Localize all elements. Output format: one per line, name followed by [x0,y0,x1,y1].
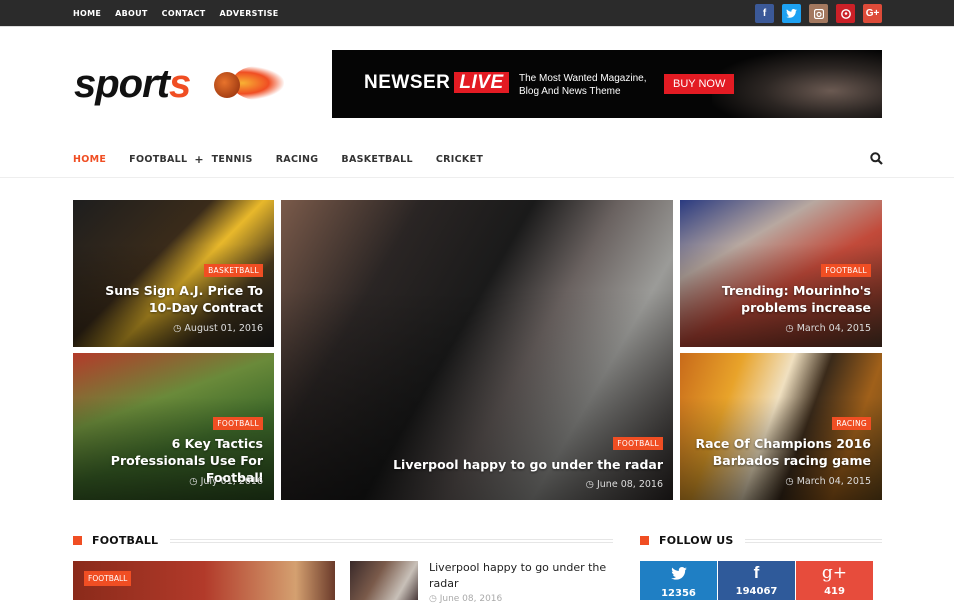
top-link-home[interactable]: HOME [73,9,101,18]
nav-football[interactable]: FOOTBALL [129,154,187,165]
instagram-icon[interactable] [809,4,828,23]
category-badge[interactable]: RACING [832,417,871,430]
post-date-text: August 01, 2016 [184,323,263,334]
facebook-icon[interactable]: f [755,4,774,23]
banner-brand: NEWSER LIVE [364,72,509,94]
follow-facebook[interactable]: f 194067 [718,561,795,600]
twitter-icon [640,561,717,587]
section-rule [745,538,882,543]
featured-post[interactable]: FOOTBALL Trending: Mourinho's problems i… [680,200,882,347]
banner-image [712,50,882,118]
main-nav: HOME FOOTBALL + TENNIS RACING BASKETBALL… [73,146,506,172]
banner-tagline-line-2: Blog And News Theme [519,86,621,97]
twitter-bird-icon [670,567,687,580]
post-date-text: June 08, 2016 [596,479,663,490]
section-rule [170,538,613,543]
category-badge[interactable]: BASKETBALL [204,264,263,277]
section-title: FOOTBALL [92,534,159,547]
post-date: ◷ March 04, 2015 [785,323,871,334]
post-title[interactable]: Liverpool happy to go under the radar [429,560,614,592]
category-badge[interactable]: FOOTBALL [613,437,663,450]
featured-post[interactable]: RACING Race Of Champions 2016 Barbados r… [680,353,882,500]
twitter-icon[interactable] [782,4,801,23]
image-overlay [281,200,673,500]
follow-twitter[interactable]: 12356 [640,561,717,600]
post-date-text: June 08, 2016 [439,594,503,604]
banner-brand-accent: LIVE [454,72,509,93]
post-date: ◷ July 01, 2016 [189,476,263,487]
football-section-header: FOOTBALL [73,534,613,547]
clock-icon: ◷ [189,476,201,487]
pin-icon [840,8,851,19]
facebook-icon: f [753,563,760,582]
section-marker [73,536,82,545]
camera-icon [813,8,824,19]
post-date-text: March 04, 2015 [796,476,871,487]
featured-post[interactable]: FOOTBALL 6 Key Tactics Professionals Use… [73,353,274,500]
post-date: ◷ March 04, 2015 [785,476,871,487]
nav-racing[interactable]: RACING [276,154,319,165]
clock-icon: ◷ [585,479,597,490]
featured-post-main[interactable]: FOOTBALL Liverpool happy to go under the… [281,200,673,500]
category-badge[interactable]: FOOTBALL [84,571,132,586]
top-link-about[interactable]: ABOUT [115,9,148,18]
site-logo[interactable]: sports [74,62,284,106]
logo-text-accent: s [169,62,191,106]
search-icon[interactable] [870,152,883,165]
post-title[interactable]: Trending: Mourinho's problems increase [691,282,871,316]
follow-section-header: FOLLOW US [640,534,882,547]
post-date-text: March 04, 2015 [796,323,871,334]
google-plus-icon: g+ [821,563,848,583]
section-marker [640,536,649,545]
top-bar: HOME ABOUT CONTACT ADVERSTISE f G+ [0,0,954,27]
follower-count: 194067 [735,586,778,597]
follow-google-plus[interactable]: g+ 419 [796,561,873,600]
clock-icon: ◷ [785,323,797,334]
nav-tennis[interactable]: TENNIS [212,154,253,165]
banner-brand-name: NEWSER [364,72,451,93]
basketball-icon [214,72,240,98]
twitter-bird-icon [786,9,797,18]
post-title[interactable]: Suns Sign A.J. Price To 10-Day Contract [83,282,263,316]
football-big-post[interactable]: FOOTBALL [73,561,335,600]
post-title[interactable]: Liverpool happy to go under the radar [303,456,663,473]
logo-text: sport [74,62,170,106]
ad-banner[interactable]: NEWSER LIVE The Most Wanted Magazine, Blo… [332,50,882,118]
post-date-text: July 01, 2016 [200,476,263,487]
section-title: FOLLOW US [659,534,734,547]
post-date: ◷ August 01, 2016 [173,323,263,334]
follower-count: 12356 [661,588,696,599]
top-nav: HOME ABOUT CONTACT ADVERSTISE [73,0,279,27]
buy-now-button[interactable]: BUY NOW [664,74,735,94]
google-plus-icon[interactable]: G+ [863,4,882,23]
nav-cricket[interactable]: CRICKET [436,154,483,165]
post-title[interactable]: Race Of Champions 2016 Barbados racing g… [691,435,871,469]
post-date: ◷ June 08, 2016 [586,479,663,490]
featured-post[interactable]: BASKETBALL Suns Sign A.J. Price To 10-Da… [73,200,274,347]
post-date: ◷ June 08, 2016 [429,594,502,604]
banner-tagline-line-1: The Most Wanted Magazine, [519,73,647,84]
nav-home[interactable]: HOME [73,154,106,165]
banner-tagline: The Most Wanted Magazine, Blog And News … [519,72,646,98]
submenu-plus-icon[interactable]: + [194,153,203,166]
nav-basketball[interactable]: BASKETBALL [341,154,412,165]
category-badge[interactable]: FOOTBALL [821,264,871,277]
category-badge[interactable]: FOOTBALL [213,417,263,430]
clock-icon: ◷ [173,323,185,334]
social-links: f G+ [755,4,882,23]
clock-icon: ◷ [429,594,440,604]
clock-icon: ◷ [785,476,797,487]
top-link-advertise[interactable]: ADVERSTISE [220,9,279,18]
post-thumbnail[interactable] [350,561,418,600]
pinterest-icon[interactable] [836,4,855,23]
nav-divider [0,177,954,178]
top-link-contact[interactable]: CONTACT [162,9,206,18]
follower-count: 419 [824,586,845,597]
